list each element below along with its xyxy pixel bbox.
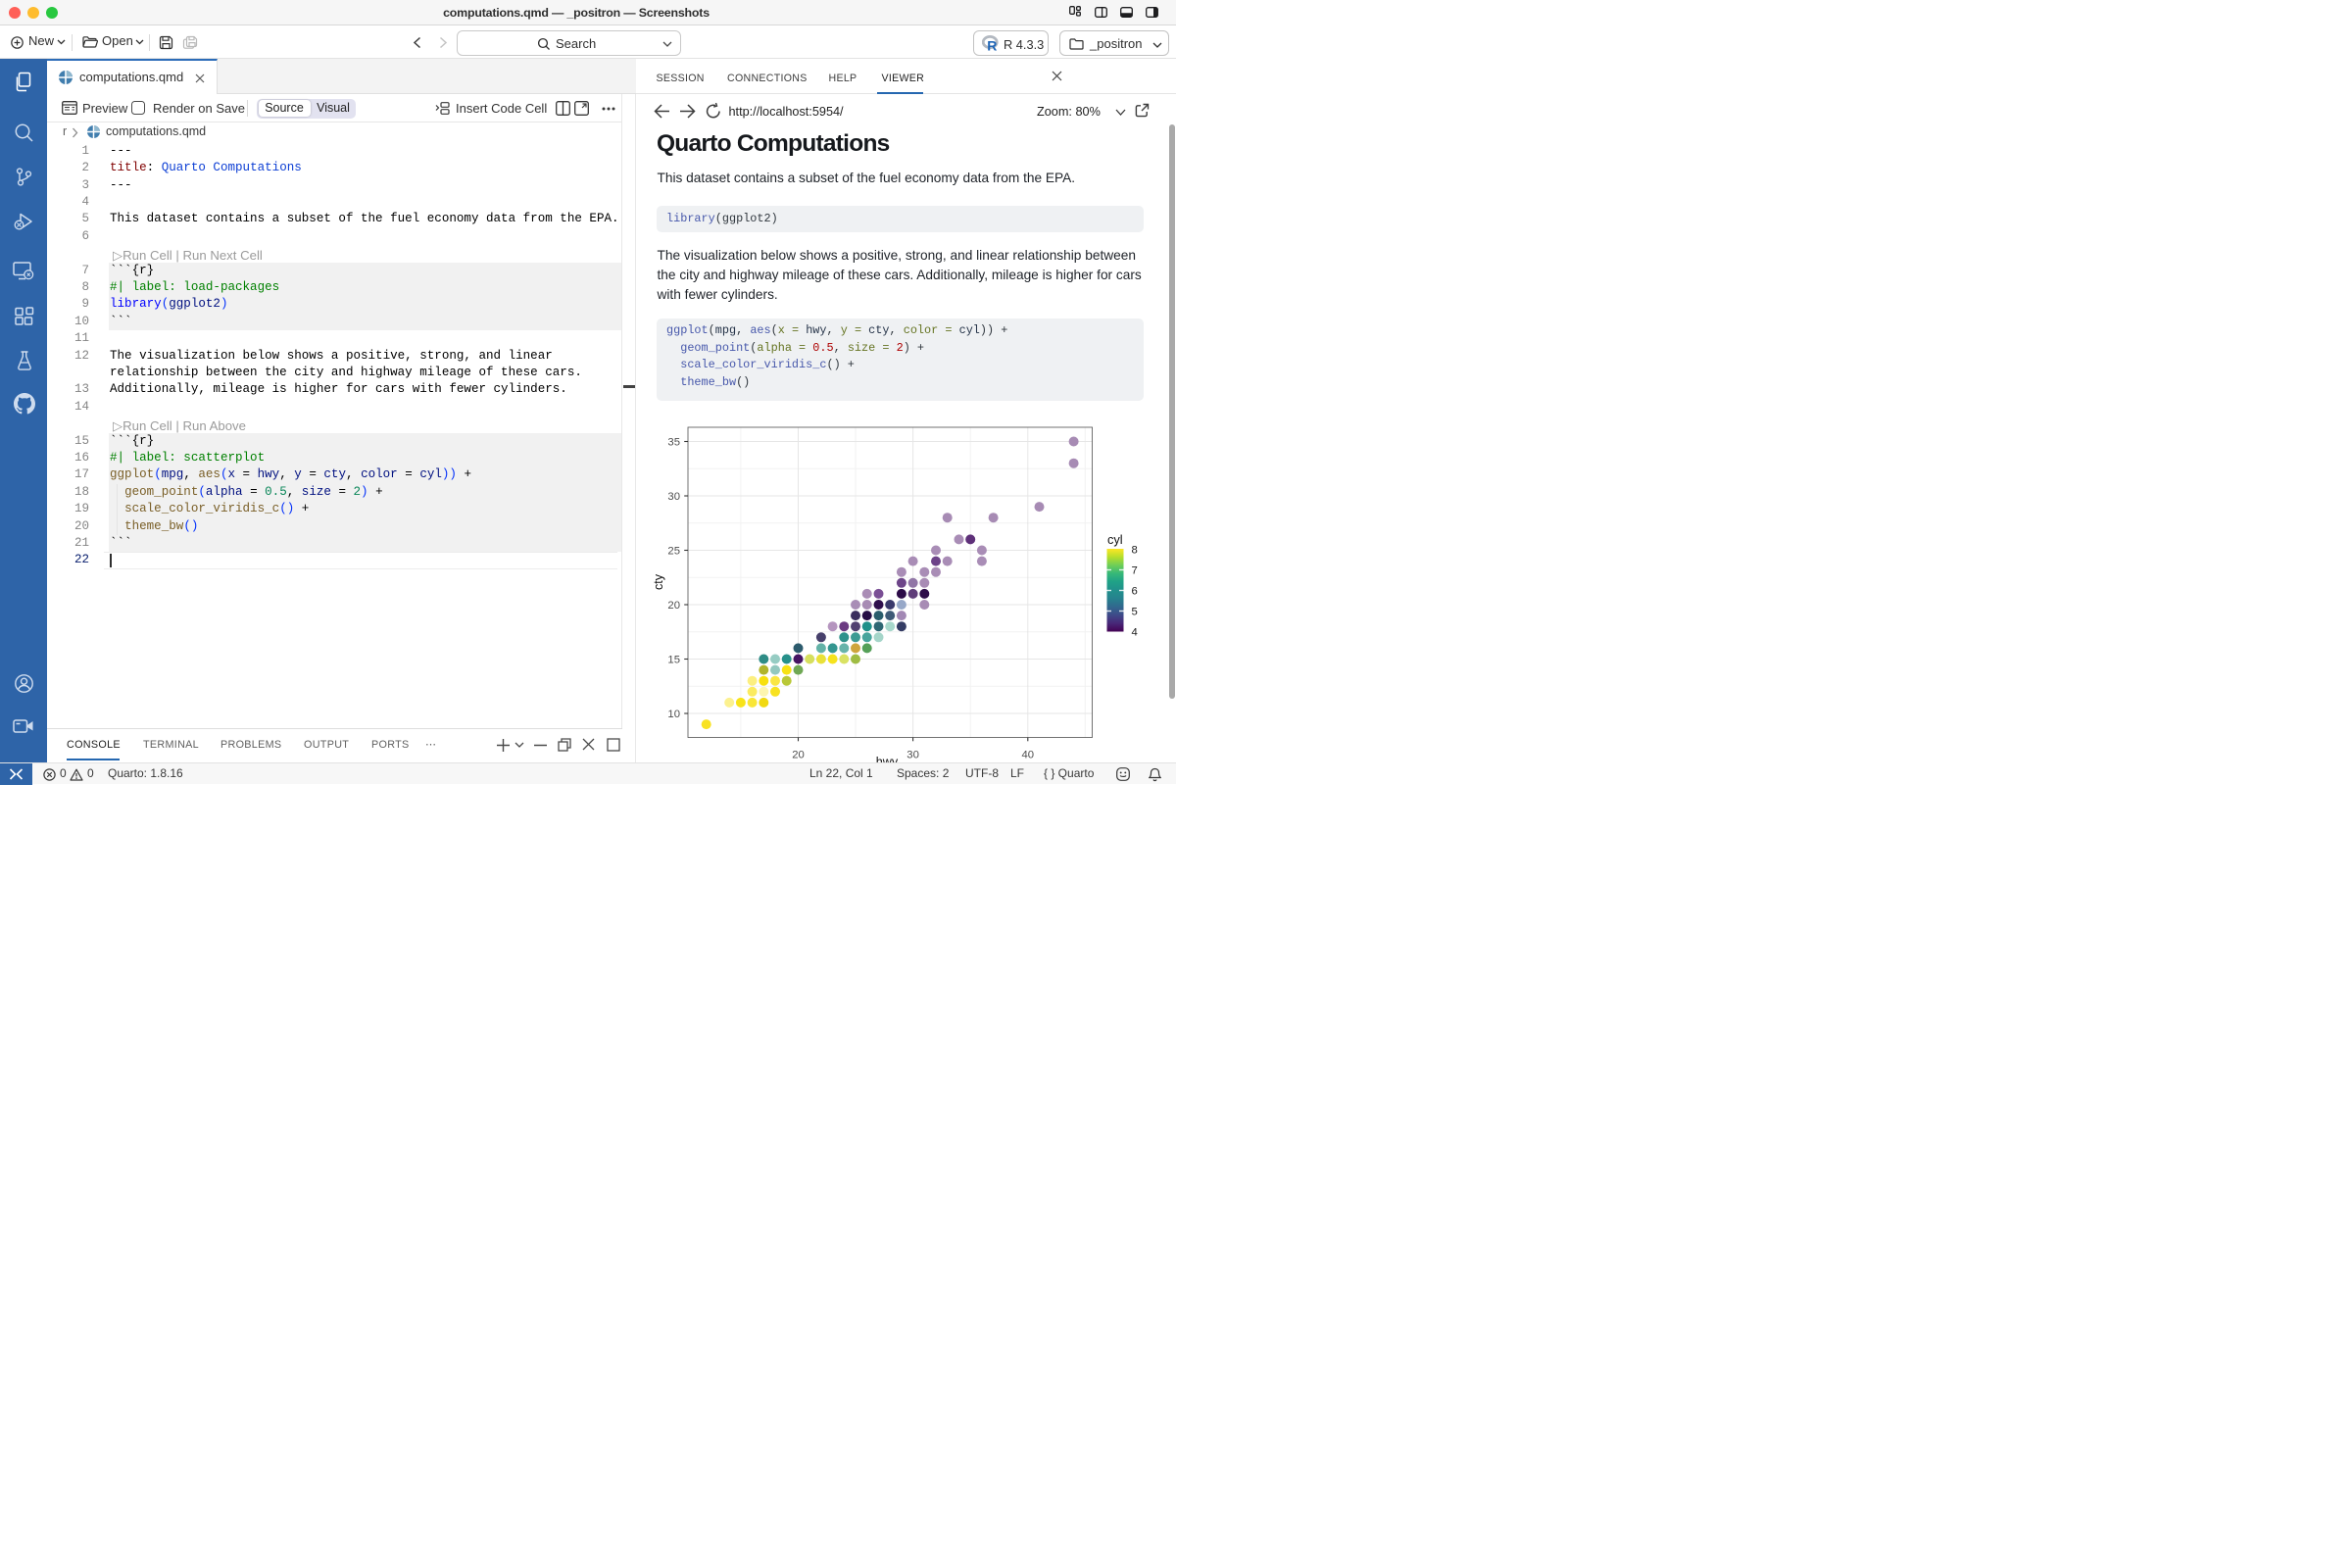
svg-text:35: 35 xyxy=(667,437,680,449)
svg-text:8: 8 xyxy=(1132,545,1138,557)
svg-text:5: 5 xyxy=(1132,607,1138,618)
svg-text:cyl: cyl xyxy=(1107,532,1123,547)
svg-text:6: 6 xyxy=(1132,586,1138,598)
svg-text:10: 10 xyxy=(667,709,680,720)
svg-text:4: 4 xyxy=(1132,627,1138,639)
svg-text:25: 25 xyxy=(667,546,680,558)
svg-text:7: 7 xyxy=(1132,565,1138,577)
svg-text:40: 40 xyxy=(1022,750,1035,761)
svg-text:30: 30 xyxy=(906,750,919,761)
svg-text:cty: cty xyxy=(652,573,665,590)
svg-text:R: R xyxy=(987,38,997,53)
svg-text:20: 20 xyxy=(667,600,680,612)
svg-text:15: 15 xyxy=(667,655,680,666)
svg-text:20: 20 xyxy=(792,750,805,761)
svg-text:hwy: hwy xyxy=(876,756,899,763)
svg-text:30: 30 xyxy=(667,491,680,503)
